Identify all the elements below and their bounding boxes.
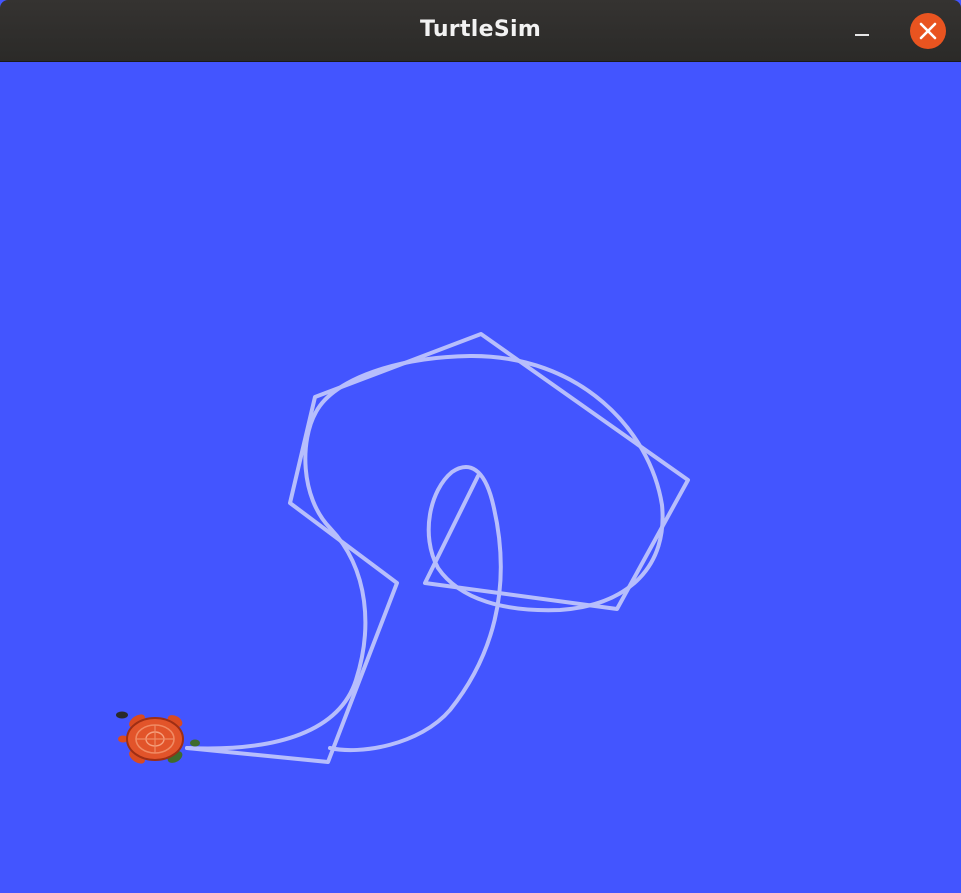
close-button[interactable] [910, 13, 946, 49]
turtle-icon [116, 711, 200, 764]
turtle-canvas[interactable] [0, 62, 961, 893]
drawing-surface [116, 332, 690, 764]
window-title: TurtleSim [419, 17, 542, 42]
pen-trail-curve [185, 353, 665, 753]
title-bar[interactable]: TurtleSim [0, 0, 961, 62]
turtlesim-window: TurtleSim [0, 0, 961, 893]
pen-trail-polygon [185, 332, 690, 764]
minimize-icon [855, 34, 869, 36]
close-icon [919, 22, 937, 40]
minimize-button[interactable] [845, 16, 879, 46]
